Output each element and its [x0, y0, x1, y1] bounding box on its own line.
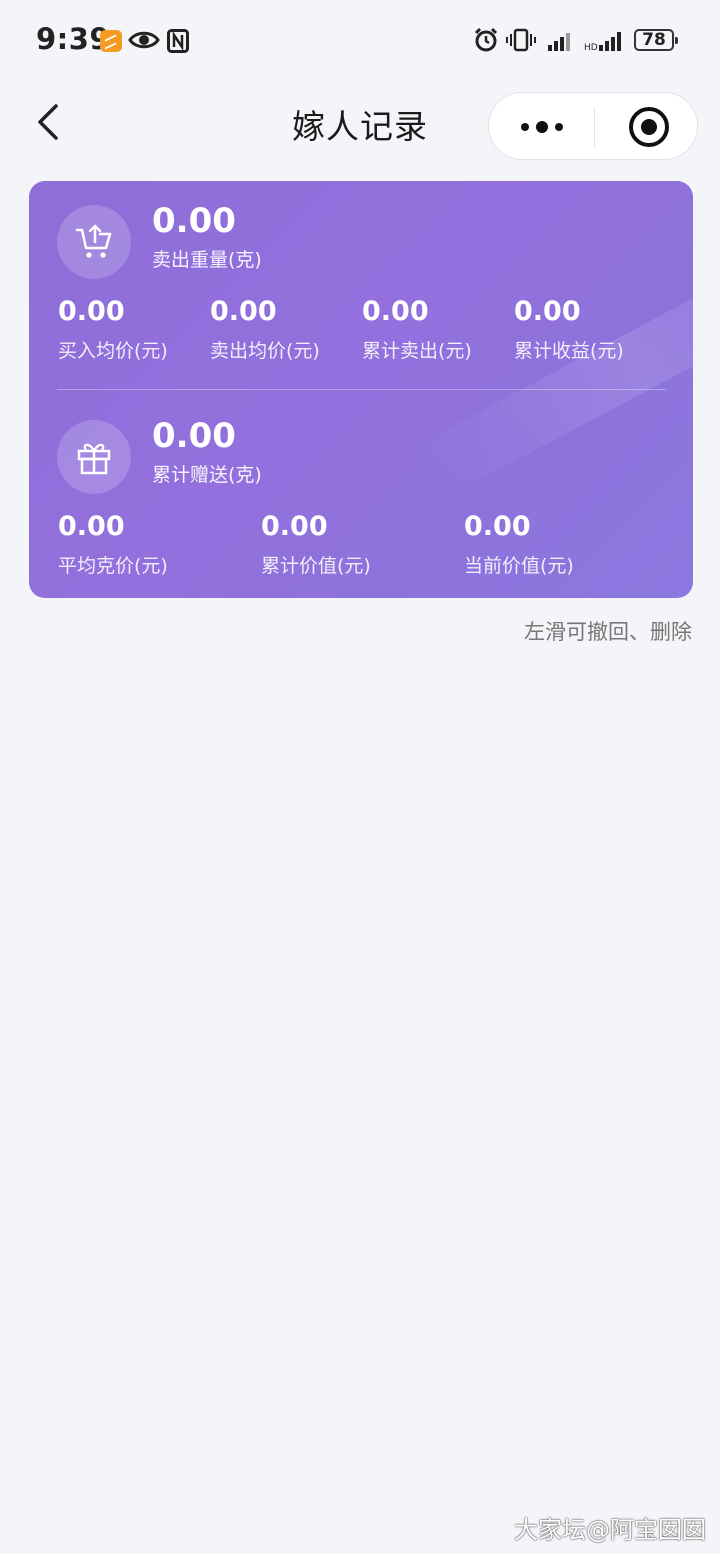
signal-icon: HD	[584, 32, 621, 52]
gift-weight-value: 0.00	[152, 416, 236, 456]
total-value-value: 0.00	[261, 511, 328, 542]
total-value-label: 累计价值(元)	[261, 555, 371, 577]
status-bar: 9:39 HD 78	[0, 0, 720, 82]
gift-icon-badge	[57, 420, 131, 494]
gift-weight-label: 累计赠送(克)	[152, 464, 262, 486]
battery-icon: 78	[634, 29, 678, 51]
mini-program-capsule	[488, 92, 698, 160]
alarm-icon	[474, 27, 498, 52]
total-profit-value: 0.00	[514, 296, 581, 327]
more-dots-icon	[521, 121, 563, 133]
summary-card: 0.00 卖出重量(克) 0.00 买入均价(元) 0.00 卖出均价(元) 0…	[29, 181, 693, 598]
sell-avg-label: 卖出均价(元)	[210, 340, 320, 362]
more-button[interactable]	[517, 110, 567, 144]
gift-icon	[77, 443, 111, 475]
card-divider	[57, 389, 666, 390]
sell-weight-value: 0.00	[152, 201, 236, 241]
sell-icon-badge	[57, 205, 131, 279]
buy-avg-label: 买入均价(元)	[58, 340, 168, 362]
current-value-value: 0.00	[464, 511, 531, 542]
swipe-hint: 左滑可撤回、删除	[524, 620, 692, 644]
total-sold-value: 0.00	[362, 296, 429, 327]
current-value-label: 当前价值(元)	[464, 555, 574, 577]
watermark: 大家坛@阿宝囡囡	[514, 1516, 706, 1544]
avg-gram-price-label: 平均克价(元)	[58, 555, 168, 577]
sell-avg-value: 0.00	[210, 296, 277, 327]
app-badge-icon	[100, 30, 122, 52]
sell-weight-label: 卖出重量(克)	[152, 249, 262, 271]
capsule-divider	[594, 107, 595, 147]
avg-gram-price-value: 0.00	[58, 511, 125, 542]
close-button[interactable]	[629, 107, 669, 147]
total-sold-label: 累计卖出(元)	[362, 340, 472, 362]
eye-icon	[128, 31, 160, 49]
total-profit-label: 累计收益(元)	[514, 340, 624, 362]
cart-upload-icon	[75, 224, 112, 258]
vibrate-icon	[506, 28, 536, 52]
signal-icon	[548, 33, 570, 51]
buy-avg-value: 0.00	[58, 296, 125, 327]
nav-bar: 嫁人记录	[0, 82, 720, 170]
svg-text:HD: HD	[584, 43, 598, 52]
nfc-icon	[167, 29, 189, 53]
